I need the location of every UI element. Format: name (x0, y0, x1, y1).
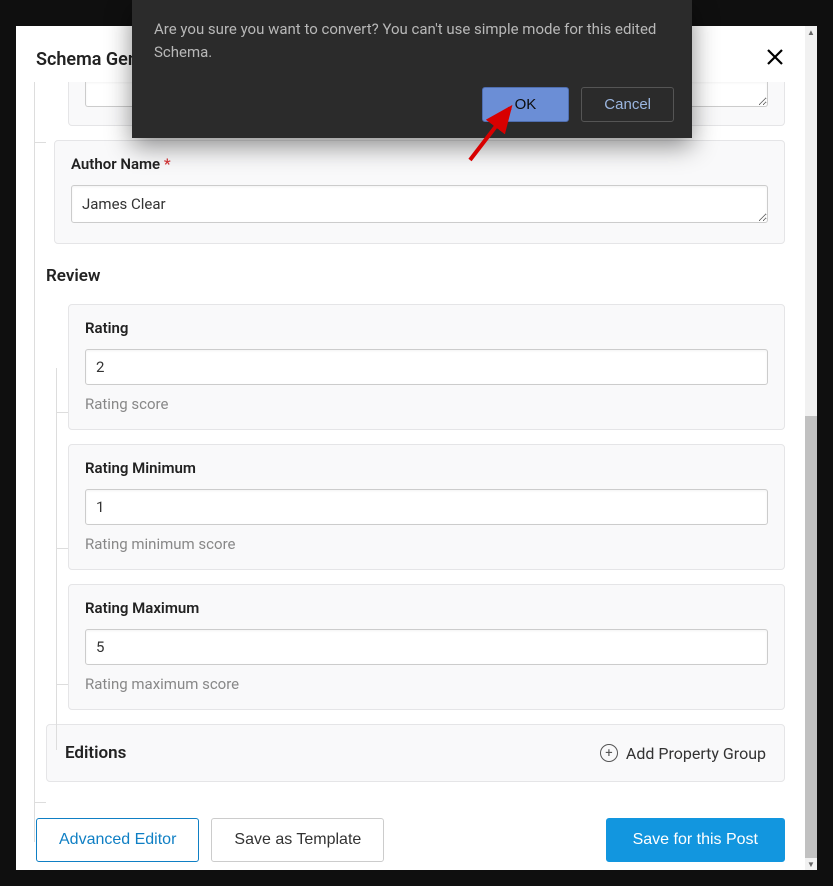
modal-title: Schema Gen (36, 49, 138, 70)
rating-min-field-box: Rating Minimum Rating minimum score (68, 444, 785, 570)
scrollbar-up-icon[interactable]: ▲ (805, 26, 817, 38)
rating-min-hint: Rating minimum score (85, 535, 768, 553)
scrollbar[interactable]: ▲ ▼ (805, 26, 817, 870)
advanced-editor-button[interactable]: Advanced Editor (36, 818, 199, 862)
plus-icon: + (600, 744, 618, 762)
rating-max-field-box: Rating Maximum Rating maximum score (68, 584, 785, 710)
save-for-post-button[interactable]: Save for this Post (606, 818, 785, 862)
rating-hint: Rating score (85, 395, 768, 413)
tree-hline-r1 (56, 412, 68, 413)
author-field-box: Author Name * James Clear (54, 140, 785, 244)
cancel-button[interactable]: Cancel (581, 87, 674, 122)
author-name-input[interactable]: James Clear (71, 185, 768, 223)
review-section-title: Review (46, 266, 785, 286)
rating-input[interactable] (85, 349, 768, 385)
rating-label: Rating (85, 319, 768, 337)
tree-vline-main (34, 82, 35, 842)
modal-content: Author Name * James Clear Review Rating … (16, 82, 805, 802)
tree-hline-r3 (56, 684, 68, 685)
tree-hline-author (34, 142, 46, 143)
add-property-group-button[interactable]: + Add Property Group (600, 744, 766, 763)
confirm-dialog: Are you sure you want to convert? You ca… (132, 0, 692, 138)
scrollbar-down-icon[interactable]: ▼ (805, 858, 817, 870)
rating-max-label: Rating Maximum (85, 599, 768, 617)
tree-vline-review (56, 368, 57, 750)
author-label: Author Name * (71, 155, 768, 173)
tree-hline-r2 (56, 548, 68, 549)
scrollbar-thumb[interactable] (805, 416, 817, 861)
editions-row: Editions + Add Property Group (46, 724, 785, 782)
required-asterisk: * (164, 155, 171, 173)
ok-button[interactable]: OK (482, 87, 570, 122)
save-as-template-button[interactable]: Save as Template (211, 818, 384, 862)
rating-max-hint: Rating maximum score (85, 675, 768, 693)
schema-modal: Schema Gen Author Name * James Clear Rev… (16, 26, 805, 870)
modal-footer: Advanced Editor Save as Template Save fo… (16, 802, 805, 870)
confirm-message: Are you sure you want to convert? You ca… (154, 18, 674, 65)
tree-hline-editions (34, 802, 46, 803)
rating-min-input[interactable] (85, 489, 768, 525)
editions-label: Editions (65, 743, 126, 763)
add-property-group-label: Add Property Group (626, 744, 766, 763)
review-block: Rating Rating score Rating Minimum Ratin… (68, 304, 785, 710)
close-icon[interactable] (765, 46, 785, 72)
rating-max-input[interactable] (85, 629, 768, 665)
confirm-buttons: OK Cancel (154, 87, 674, 122)
rating-field-box: Rating Rating score (68, 304, 785, 430)
rating-min-label: Rating Minimum (85, 459, 768, 477)
